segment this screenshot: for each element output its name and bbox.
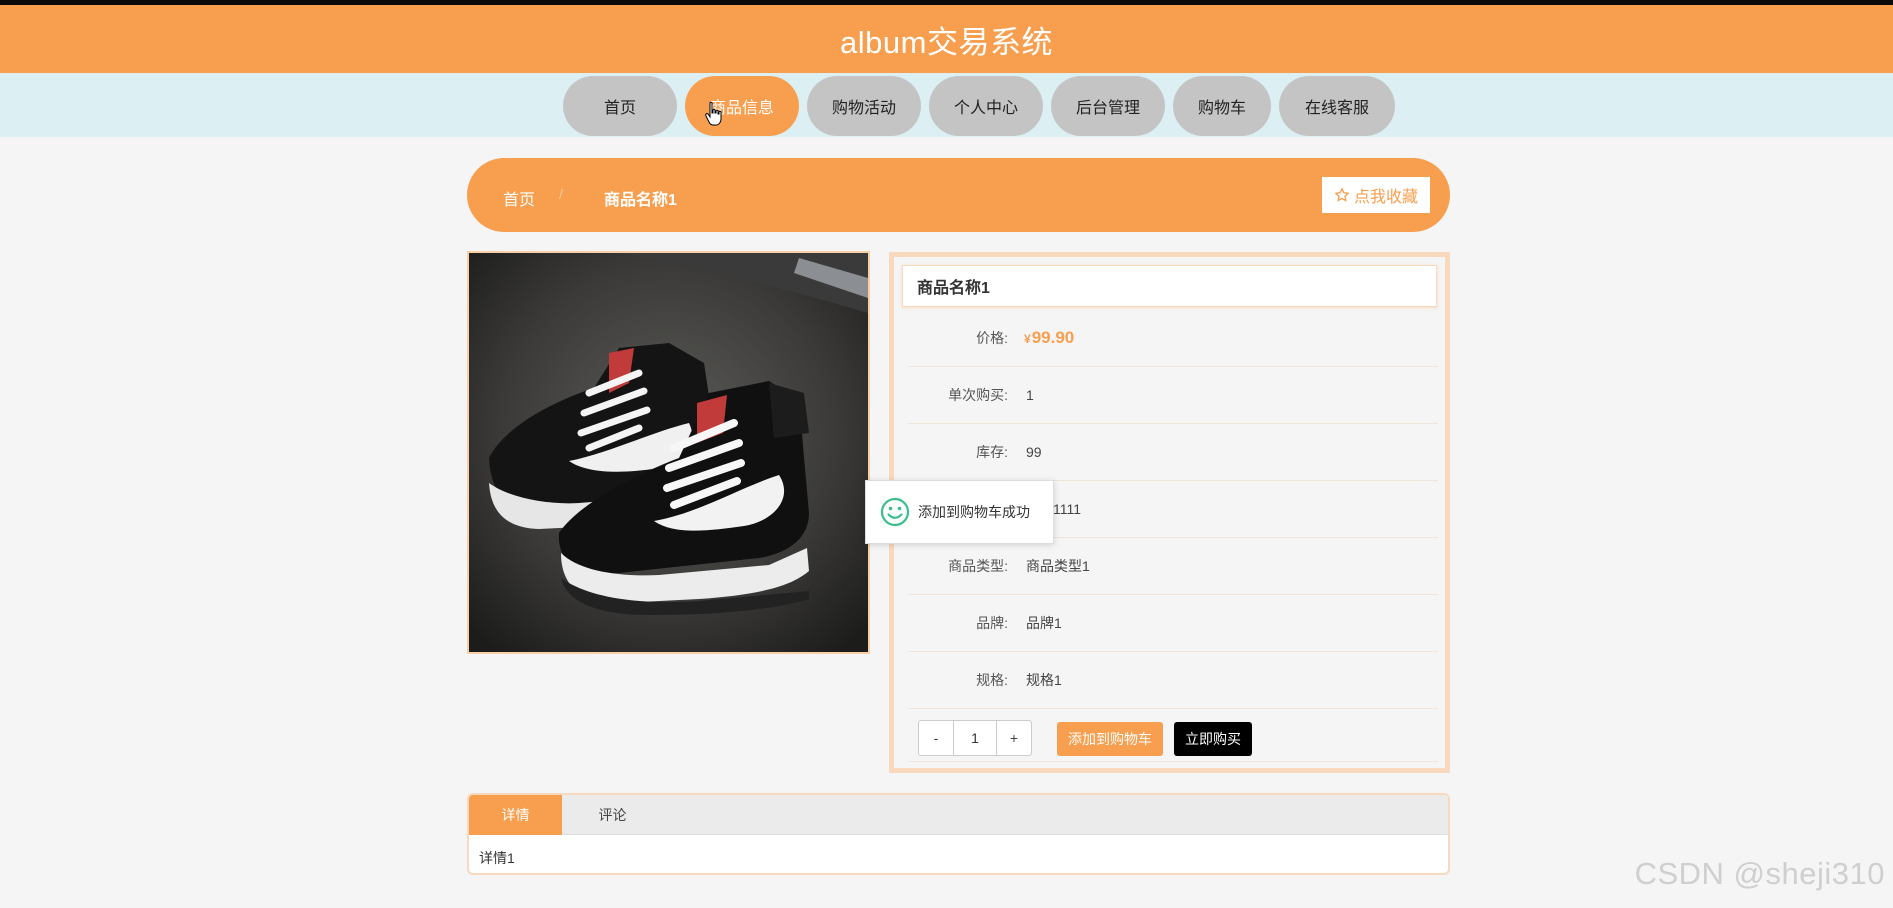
watermark: CSDN @sheji310 — [1634, 856, 1885, 891]
row-value: 商品类型1 — [1026, 558, 1090, 574]
price-label: 价格: — [976, 330, 1008, 346]
site-header: album交易系统 — [0, 5, 1893, 73]
price-value: ¥99.90 — [1024, 328, 1074, 348]
row-value: 1 — [1026, 387, 1034, 403]
nav-item-cart[interactable]: 购物车 — [1173, 76, 1271, 136]
nav-item-admin[interactable]: 后台管理 — [1051, 76, 1165, 136]
nav-item-profile[interactable]: 个人中心 — [929, 76, 1043, 136]
tab-content: 详情1 — [479, 850, 515, 866]
tab-comments[interactable]: 评论 — [566, 795, 659, 835]
row-label: 库存: — [976, 444, 1008, 460]
breadcrumb-separator: / — [559, 186, 563, 202]
main-nav: 首页 商品信息 购物活动 个人中心 后台管理 购物车 在线客服 — [563, 76, 1395, 136]
nav-item-home[interactable]: 首页 — [563, 76, 677, 136]
product-image — [467, 251, 870, 654]
currency-symbol: ¥ — [1024, 332, 1031, 346]
breadcrumb-home[interactable]: 首页 — [503, 186, 535, 210]
price-amount: 99.90 — [1031, 328, 1075, 347]
row-value: 99 — [1026, 444, 1042, 460]
detail-row: 规格: 规格1 — [908, 652, 1438, 709]
quantity-input[interactable]: 1 — [953, 721, 997, 755]
product-name: 商品名称1 — [902, 265, 1437, 307]
row-label: 商品类型: — [948, 558, 1008, 574]
detail-row: 品牌: 品牌1 — [908, 595, 1438, 652]
quantity-minus-button[interactable]: - — [919, 721, 953, 755]
quantity-stepper: - 1 + — [918, 720, 1032, 756]
star-outline-icon — [1334, 188, 1349, 202]
tab-details[interactable]: 详情 — [469, 795, 562, 835]
buy-now-button[interactable]: 立即购买 — [1174, 722, 1252, 756]
breadcrumb-current: 商品名称1 — [604, 192, 677, 209]
detail-row: 单次购买: 1 — [908, 367, 1438, 424]
row-value: 品牌1 — [1026, 615, 1062, 631]
detail-row: 库存: 99 — [908, 424, 1438, 481]
divider — [908, 761, 1438, 762]
toast-notification: 添加到购物车成功 — [865, 480, 1054, 544]
toast-message: 添加到购物车成功 — [918, 504, 1030, 520]
detail-tabs: 详情 评论 详情1 — [467, 793, 1450, 875]
nav-item-products[interactable]: 商品信息 — [685, 76, 799, 136]
price-row: 价格: ¥99.90 — [908, 310, 1438, 367]
hand-cursor-icon — [705, 101, 722, 126]
row-label: 品牌: — [976, 615, 1008, 631]
add-to-cart-button[interactable]: 添加到购物车 — [1057, 722, 1163, 756]
row-label: 单次购买: — [948, 387, 1008, 403]
nav-item-activities[interactable]: 购物活动 — [807, 76, 921, 136]
row-label: 规格: — [976, 672, 1008, 688]
nav-item-support[interactable]: 在线客服 — [1279, 76, 1395, 136]
smiley-icon — [880, 497, 910, 527]
quantity-plus-button[interactable]: + — [997, 721, 1031, 755]
tab-header: 详情 评论 — [469, 795, 1448, 835]
detail-row: 商品类型: 商品类型1 — [908, 538, 1438, 595]
row-value: 规格1 — [1026, 672, 1062, 688]
favorite-label: 点我收藏 — [1353, 189, 1418, 206]
breadcrumb: 首页 / 商品名称1 点我收藏 — [467, 158, 1450, 232]
favorite-button[interactable]: 点我收藏 — [1322, 177, 1430, 213]
site-title: album交易系统 — [840, 24, 1053, 60]
